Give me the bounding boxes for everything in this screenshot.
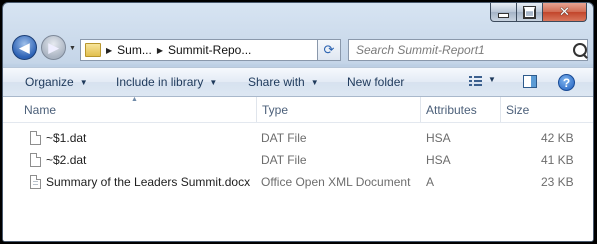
maximize-icon xyxy=(523,5,536,19)
address-bar[interactable]: ▶ Sum... ▶ Summit-Repo... ▼ xyxy=(80,39,340,61)
change-view-icon[interactable] xyxy=(469,76,482,88)
caption-buttons: ✕ xyxy=(490,3,587,22)
breadcrumb-separator-icon[interactable]: ▶ xyxy=(106,46,112,55)
file-name: Summary of the Leaders Summit.docx xyxy=(46,175,251,189)
breadcrumb-separator-icon[interactable]: ▶ xyxy=(157,46,163,55)
new-folder-button[interactable]: New folder xyxy=(347,68,404,96)
organize-button[interactable]: Organize ▼ xyxy=(25,68,88,96)
close-button[interactable]: ✕ xyxy=(543,3,587,22)
organize-label: Organize xyxy=(25,75,74,89)
file-name: ~$1.dat xyxy=(46,131,87,145)
view-options-dropdown-icon[interactable]: ▼ xyxy=(488,75,496,84)
preview-pane-icon[interactable] xyxy=(523,75,537,88)
explorer-window: ✕ ◀ ▶ ▼ ▶ Sum... ▶ Summit-Repo... ▼ ⟳ Or… xyxy=(2,2,594,242)
column-headers: ▲ Name Type Attributes Size xyxy=(3,96,593,123)
share-with-button[interactable]: Share with ▼ xyxy=(248,68,319,96)
file-name: ~$2.dat xyxy=(46,153,87,167)
file-type: Office Open XML Document xyxy=(261,175,411,189)
file-type: DAT File xyxy=(261,153,307,167)
close-icon: ✕ xyxy=(559,4,570,20)
breadcrumb-item[interactable]: Sum... xyxy=(117,43,152,57)
search-box[interactable] xyxy=(348,39,588,61)
chevron-down-icon: ▼ xyxy=(310,77,319,87)
column-header-size[interactable]: Size xyxy=(500,97,578,122)
refresh-button[interactable]: ⟳ xyxy=(317,39,341,61)
file-row[interactable]: Summary of the Leaders Summit.docx Offic… xyxy=(3,172,593,193)
refresh-icon: ⟳ xyxy=(323,42,335,57)
chevron-down-icon: ▼ xyxy=(79,77,88,87)
minimize-button[interactable] xyxy=(490,3,517,22)
file-attributes: HSA xyxy=(426,153,451,167)
maximize-button[interactable] xyxy=(517,3,543,22)
blank-file-icon xyxy=(30,131,41,145)
minimize-icon xyxy=(498,12,509,18)
forward-button[interactable]: ▶ xyxy=(41,35,66,60)
file-list: ▲ Name Type Attributes Size ~$1.dat DAT … xyxy=(3,96,593,241)
navigation-bar: ◀ ▶ ▼ ▶ Sum... ▶ Summit-Repo... ▼ ⟳ xyxy=(3,33,593,67)
file-row[interactable]: ~$1.dat DAT File HSA 42 KB xyxy=(3,128,593,149)
search-icon[interactable] xyxy=(573,43,587,57)
column-header-type[interactable]: Type xyxy=(256,97,420,122)
new-folder-label: New folder xyxy=(347,75,405,89)
file-size: 23 KB xyxy=(541,175,574,189)
column-header-attributes[interactable]: Attributes xyxy=(420,97,500,122)
file-attributes: A xyxy=(426,175,435,189)
back-arrow-icon: ◀ xyxy=(19,39,30,55)
search-input[interactable] xyxy=(349,42,572,58)
column-header-name[interactable]: Name xyxy=(19,97,257,122)
command-bar: Organize ▼ Include in library ▼ Share with… xyxy=(3,67,593,97)
share-with-label: Share with xyxy=(248,75,305,89)
include-in-library-label: Include in library xyxy=(116,75,204,89)
chevron-down-icon: ▼ xyxy=(209,77,218,87)
file-size: 41 KB xyxy=(541,153,574,167)
help-icon[interactable]: ? xyxy=(558,74,575,91)
breadcrumb-item[interactable]: Summit-Repo... xyxy=(168,43,251,57)
folder-icon xyxy=(85,43,101,57)
document-icon xyxy=(30,175,41,189)
include-in-library-button[interactable]: Include in library ▼ xyxy=(116,68,217,96)
file-attributes: HSA xyxy=(426,131,451,145)
back-button[interactable]: ◀ xyxy=(12,35,37,60)
forward-arrow-icon: ▶ xyxy=(48,39,59,55)
file-type: DAT File xyxy=(261,131,307,145)
file-size: 42 KB xyxy=(541,131,574,145)
blank-file-icon xyxy=(30,153,41,167)
file-row[interactable]: ~$2.dat DAT File HSA 41 KB xyxy=(3,150,593,171)
recent-pages-dropdown-icon[interactable]: ▼ xyxy=(69,45,76,52)
